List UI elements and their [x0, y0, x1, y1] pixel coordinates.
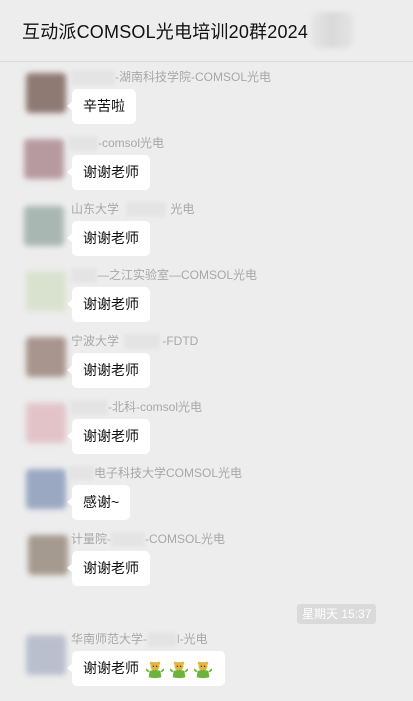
sender-name-suffix: -FDTD	[162, 334, 199, 348]
timestamp-badge: 星期天 15:37	[297, 604, 377, 624]
sender-name-blurred	[70, 400, 108, 416]
sender-name-suffix: l-光电	[177, 632, 208, 646]
message-bubble[interactable]: 辛苦啦	[67, 89, 136, 124]
message-bubble[interactable]: 谢谢老师	[67, 155, 150, 190]
member-count-blurred	[311, 12, 353, 48]
avatar[interactable]	[26, 337, 66, 377]
message-bubble[interactable]: 谢谢老师	[67, 651, 225, 687]
sender-name-suffix: -COMSOL光电	[145, 532, 226, 546]
sender-name-blurred	[111, 532, 145, 548]
sender-name: —之江实验室—COMSOL光电	[71, 266, 258, 284]
message-bubble[interactable]: 谢谢老师	[67, 419, 150, 454]
avatar[interactable]	[26, 271, 66, 311]
sender-name-blurred	[68, 136, 98, 152]
avatar[interactable]	[24, 206, 64, 246]
message-row: -北科-comsol光电 谢谢老师	[0, 396, 413, 462]
chat-title: 互动派COMSOL光电培训20群2024	[22, 22, 309, 42]
sender-name: 电子科技大学COMSOL光电	[68, 464, 243, 482]
emoji-group	[145, 652, 214, 687]
sender-name: 宁波大学 -FDTD	[71, 332, 199, 350]
message-row: 华南师范大学-l-光电 谢谢老师	[0, 628, 413, 694]
sender-name: 计量院- -COMSOL光电	[71, 530, 226, 548]
sender-name-prefix: 华南师范大学-	[71, 632, 147, 646]
message-bubble[interactable]: 谢谢老师	[67, 551, 150, 586]
chat-header: 互动派COMSOL光电培训20群2024	[0, 0, 413, 62]
avatar[interactable]	[26, 635, 66, 675]
avatar[interactable]	[28, 535, 68, 575]
avatar[interactable]	[26, 73, 66, 113]
sender-name-blurred	[71, 268, 97, 284]
avatar[interactable]	[26, 469, 66, 509]
message-row: 计量院- -COMSOL光电 谢谢老师	[0, 528, 413, 594]
dancing-bear-icon	[145, 661, 164, 679]
dancing-bear-icon	[169, 661, 188, 679]
message-row: -湖南科技学院-COMSOL光电 辛苦啦	[0, 66, 413, 132]
sender-name-prefix: 计量院-	[71, 532, 111, 546]
message-row: —之江实验室—COMSOL光电 谢谢老师	[0, 264, 413, 330]
sender-name: -北科-comsol光电	[70, 398, 203, 416]
sender-name: 山东大学 光电	[71, 200, 195, 218]
sender-name-suffix: -comsol光电	[98, 136, 165, 150]
sender-name: -湖南科技学院-COMSOL光电	[71, 68, 272, 86]
sender-name-blurred	[68, 466, 94, 482]
sender-name-suffix: -湖南科技学院-COMSOL光电	[115, 70, 272, 84]
message-row: -comsol光电 谢谢老师	[0, 132, 413, 198]
dancing-bear-icon	[193, 661, 212, 679]
sender-name: -comsol光电	[68, 134, 165, 152]
message-row: 宁波大学 -FDTD 谢谢老师	[0, 330, 413, 396]
message-bubble[interactable]: 感谢~	[66, 485, 131, 520]
sender-name: 华南师范大学-l-光电	[71, 630, 208, 648]
message-row: 电子科技大学COMSOL光电 感谢~	[0, 462, 413, 528]
message-bubble[interactable]: 谢谢老师	[67, 221, 150, 256]
sender-name-suffix: 光电	[170, 202, 195, 216]
avatar[interactable]	[24, 139, 64, 179]
message-bubble[interactable]: 谢谢老师	[67, 287, 150, 322]
message-text: 谢谢老师	[83, 660, 139, 676]
sender-name-prefix: 山东大学	[71, 202, 120, 216]
sender-name-suffix: 电子科技大学COMSOL光电	[94, 466, 243, 480]
sender-name-blurred	[71, 70, 115, 86]
sender-name-prefix: 宁波大学	[71, 334, 120, 348]
sender-name-blurred	[124, 334, 161, 350]
sender-name-suffix: —之江实验室—COMSOL光电	[97, 268, 258, 282]
sender-name-suffix: -北科-comsol光电	[108, 400, 203, 414]
message-bubble[interactable]: 谢谢老师	[67, 353, 150, 388]
sender-name-blurred	[126, 202, 167, 218]
message-row: 山东大学 光电 谢谢老师	[0, 198, 413, 264]
sender-name-blurred	[147, 632, 177, 648]
avatar[interactable]	[26, 403, 66, 443]
